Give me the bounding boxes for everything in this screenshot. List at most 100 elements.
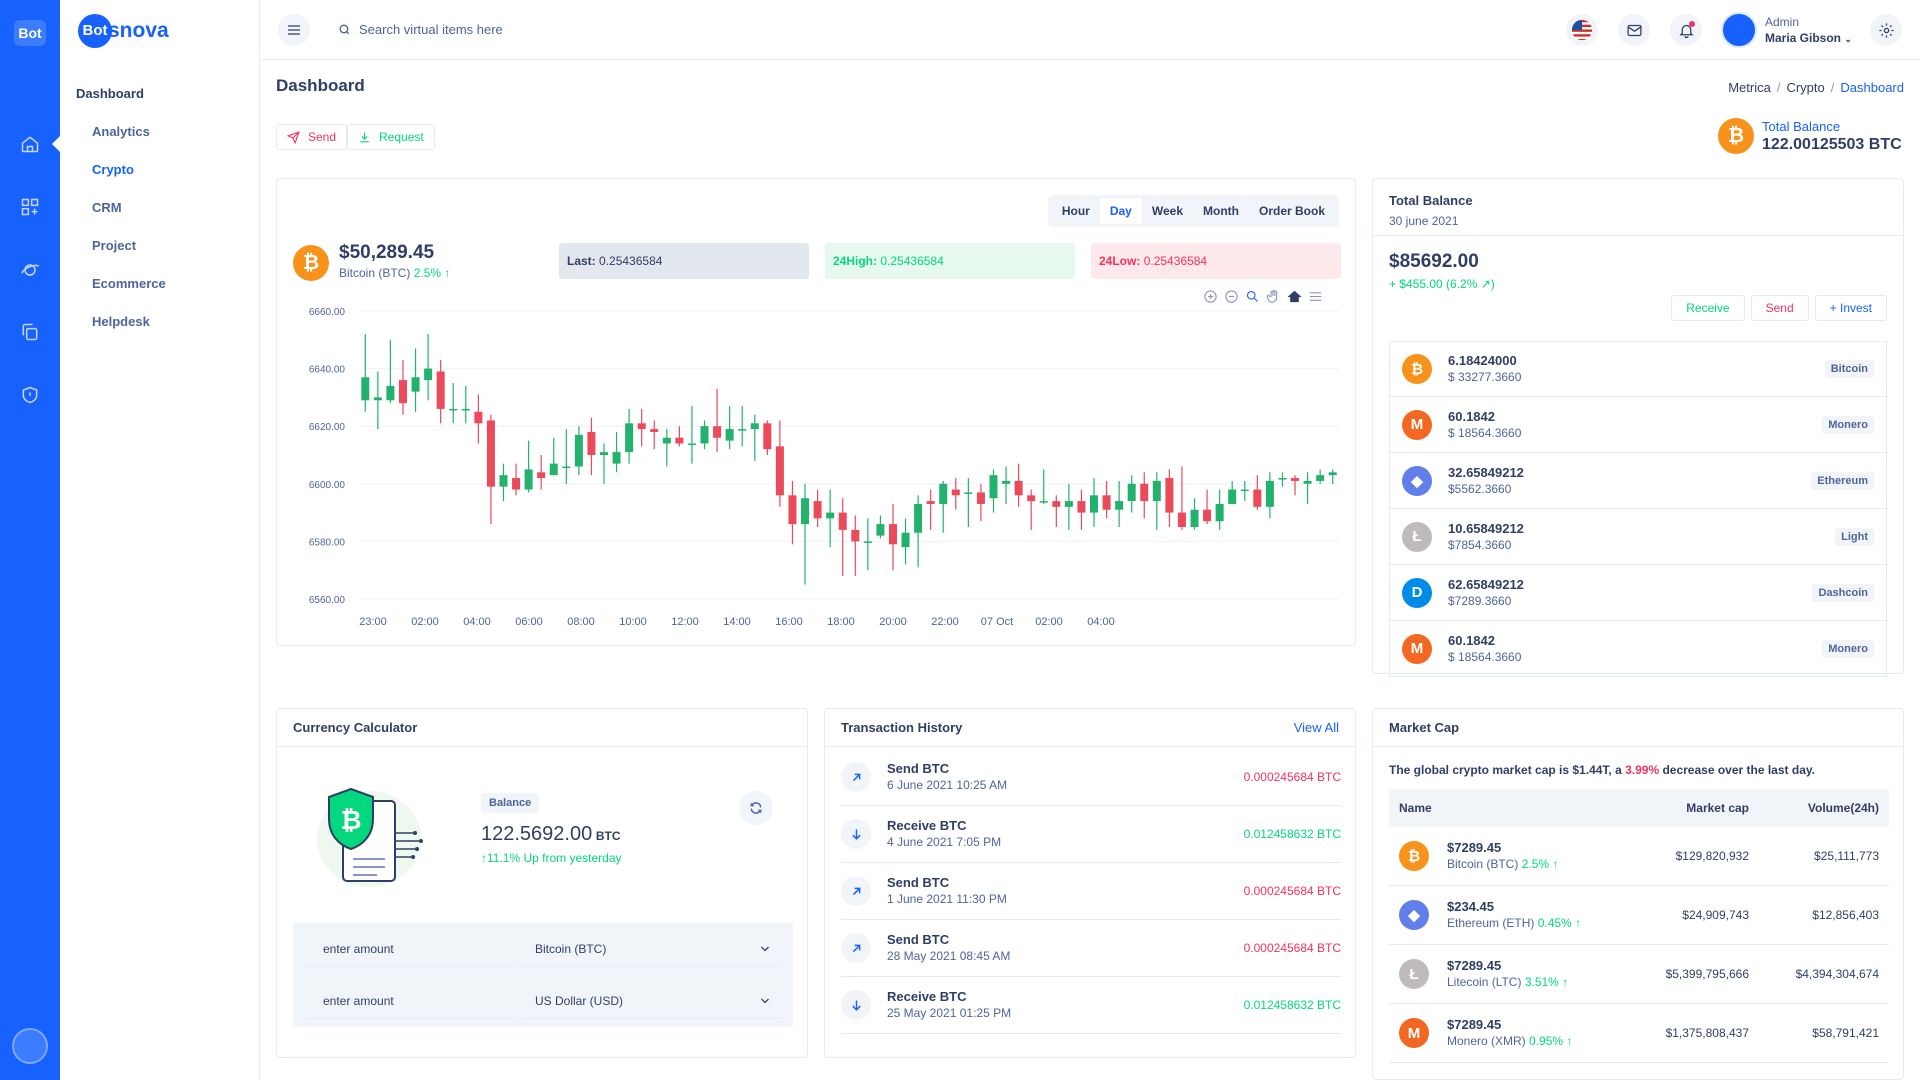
send-button[interactable]: Send — [276, 124, 348, 150]
candle[interactable] — [1228, 480, 1237, 504]
candle[interactable] — [1077, 489, 1086, 530]
candle[interactable] — [1027, 489, 1036, 530]
candle[interactable] — [1115, 480, 1124, 527]
planet-icon[interactable] — [20, 260, 40, 280]
candle[interactable] — [499, 463, 508, 502]
view-all-link[interactable]: View All — [1294, 720, 1339, 735]
candle[interactable] — [863, 518, 872, 571]
candle[interactable] — [424, 334, 433, 401]
candle[interactable] — [926, 489, 935, 530]
menu-item-crypto[interactable]: Crypto — [92, 162, 134, 177]
candle[interactable] — [788, 480, 797, 545]
candle[interactable] — [1177, 466, 1186, 530]
asset-row[interactable]: M 60.1842 $ 18564.3660 Monero — [1389, 621, 1887, 677]
brand-logo[interactable]: Bot snova — [78, 14, 169, 48]
table-row[interactable]: M $7289.45 Monero (XMR) 0.95% ↑ $1,375,808,… — [1389, 1004, 1889, 1063]
candle[interactable] — [1253, 475, 1262, 510]
currency-select-usd[interactable]: US Dollar (USD) — [521, 983, 781, 1019]
candle[interactable] — [851, 515, 860, 576]
breadcrumb-item[interactable]: Metrica — [1728, 80, 1771, 95]
tab-order-book[interactable]: Order Book — [1249, 198, 1335, 224]
candle[interactable] — [1190, 498, 1199, 530]
candle[interactable] — [687, 406, 696, 464]
candle[interactable] — [1303, 472, 1312, 504]
candle[interactable] — [964, 478, 973, 527]
candle[interactable] — [951, 478, 960, 510]
candle[interactable] — [1152, 472, 1161, 530]
user-menu[interactable]: Admin Maria Gibson ⌄ — [1721, 12, 1852, 48]
candle[interactable] — [1215, 489, 1224, 530]
candle[interactable] — [876, 515, 885, 539]
candlestick-chart[interactable]: 6660.00 6640.00 6620.00 6600.00 6580.00 6560.… — [277, 299, 1355, 639]
candle[interactable] — [914, 495, 923, 568]
rail-logo[interactable]: Bot — [14, 20, 46, 46]
candle[interactable] — [1102, 480, 1111, 519]
btc-amount-input[interactable] — [305, 931, 515, 967]
tab-day[interactable]: Day — [1099, 198, 1142, 224]
menu-item-crm[interactable]: CRM — [92, 200, 122, 215]
candle[interactable] — [763, 420, 772, 455]
candle[interactable] — [361, 334, 370, 412]
candle[interactable] — [373, 371, 382, 430]
candle[interactable] — [650, 420, 659, 450]
candle[interactable] — [901, 518, 910, 565]
candle[interactable] — [625, 408, 634, 464]
candle[interactable] — [436, 359, 445, 424]
candle[interactable] — [888, 503, 897, 571]
candle[interactable] — [612, 431, 621, 473]
candle[interactable] — [562, 429, 571, 484]
candle[interactable] — [461, 385, 470, 424]
shield-icon[interactable] — [20, 385, 40, 405]
transaction-row[interactable]: Send BTC 6 June 2021 10:25 AM 0.000245684 … — [841, 749, 1341, 806]
asset-row[interactable]: ◆ 32.65849212 $5562.3660 Ethereum — [1389, 453, 1887, 509]
candle[interactable] — [801, 483, 810, 585]
candle[interactable] — [838, 498, 847, 576]
copy-icon[interactable] — [20, 322, 40, 342]
candle[interactable] — [537, 455, 546, 490]
candle[interactable] — [1203, 489, 1212, 525]
candle[interactable] — [1127, 475, 1136, 513]
candle[interactable] — [826, 489, 835, 548]
candle[interactable] — [1014, 463, 1023, 507]
apps-icon[interactable] — [20, 197, 40, 217]
home-icon[interactable] — [20, 134, 40, 154]
candle[interactable] — [574, 426, 583, 476]
candle[interactable] — [1328, 469, 1337, 484]
candle[interactable] — [411, 348, 420, 412]
menu-item-analytics[interactable]: Analytics — [92, 124, 150, 139]
candle[interactable] — [386, 339, 395, 404]
tab-month[interactable]: Month — [1193, 198, 1249, 224]
asset-row[interactable]: D 62.65849212 $7289.3660 Dashcoin — [1389, 565, 1887, 621]
bell-icon[interactable] — [1670, 14, 1702, 46]
menu-title[interactable]: Dashboard — [76, 86, 144, 101]
mail-icon[interactable] — [1618, 14, 1650, 46]
receive-button[interactable]: Receive — [1671, 295, 1745, 321]
candle[interactable] — [1064, 483, 1073, 530]
asset-row[interactable]: Ł 10.65849212 $7854.3660 Light — [1389, 509, 1887, 565]
candle[interactable] — [449, 383, 458, 424]
table-row[interactable]: ₿ $7289.45 Bitcoin (BTC) 2.5% ↑ $129,820,93… — [1389, 827, 1889, 886]
transaction-row[interactable]: Send BTC 28 May 2021 08:45 AM 0.000245684 … — [841, 920, 1341, 977]
candle[interactable] — [1316, 469, 1325, 484]
candle[interactable] — [1291, 475, 1300, 496]
candle[interactable] — [1039, 469, 1048, 504]
candle[interactable] — [1265, 472, 1274, 519]
menu-item-project[interactable]: Project — [92, 238, 136, 253]
candle[interactable] — [725, 406, 734, 450]
candle[interactable] — [1278, 472, 1287, 487]
candle[interactable] — [662, 429, 671, 467]
candle[interactable] — [1052, 495, 1061, 527]
send-button[interactable]: Send — [1750, 295, 1809, 321]
candle[interactable] — [600, 443, 608, 484]
candle[interactable] — [549, 437, 558, 476]
candle[interactable] — [939, 480, 948, 533]
candle[interactable] — [1165, 469, 1174, 527]
us-flag-icon[interactable] — [1566, 14, 1598, 46]
candle[interactable] — [1002, 466, 1011, 504]
candle[interactable] — [813, 489, 822, 527]
menu-item-helpdesk[interactable]: Helpdesk — [92, 314, 150, 329]
candle[interactable] — [474, 394, 483, 444]
menu-item-ecommerce[interactable]: Ecommerce — [92, 276, 166, 291]
candle[interactable] — [524, 440, 533, 493]
rail-avatar[interactable] — [12, 1028, 48, 1064]
